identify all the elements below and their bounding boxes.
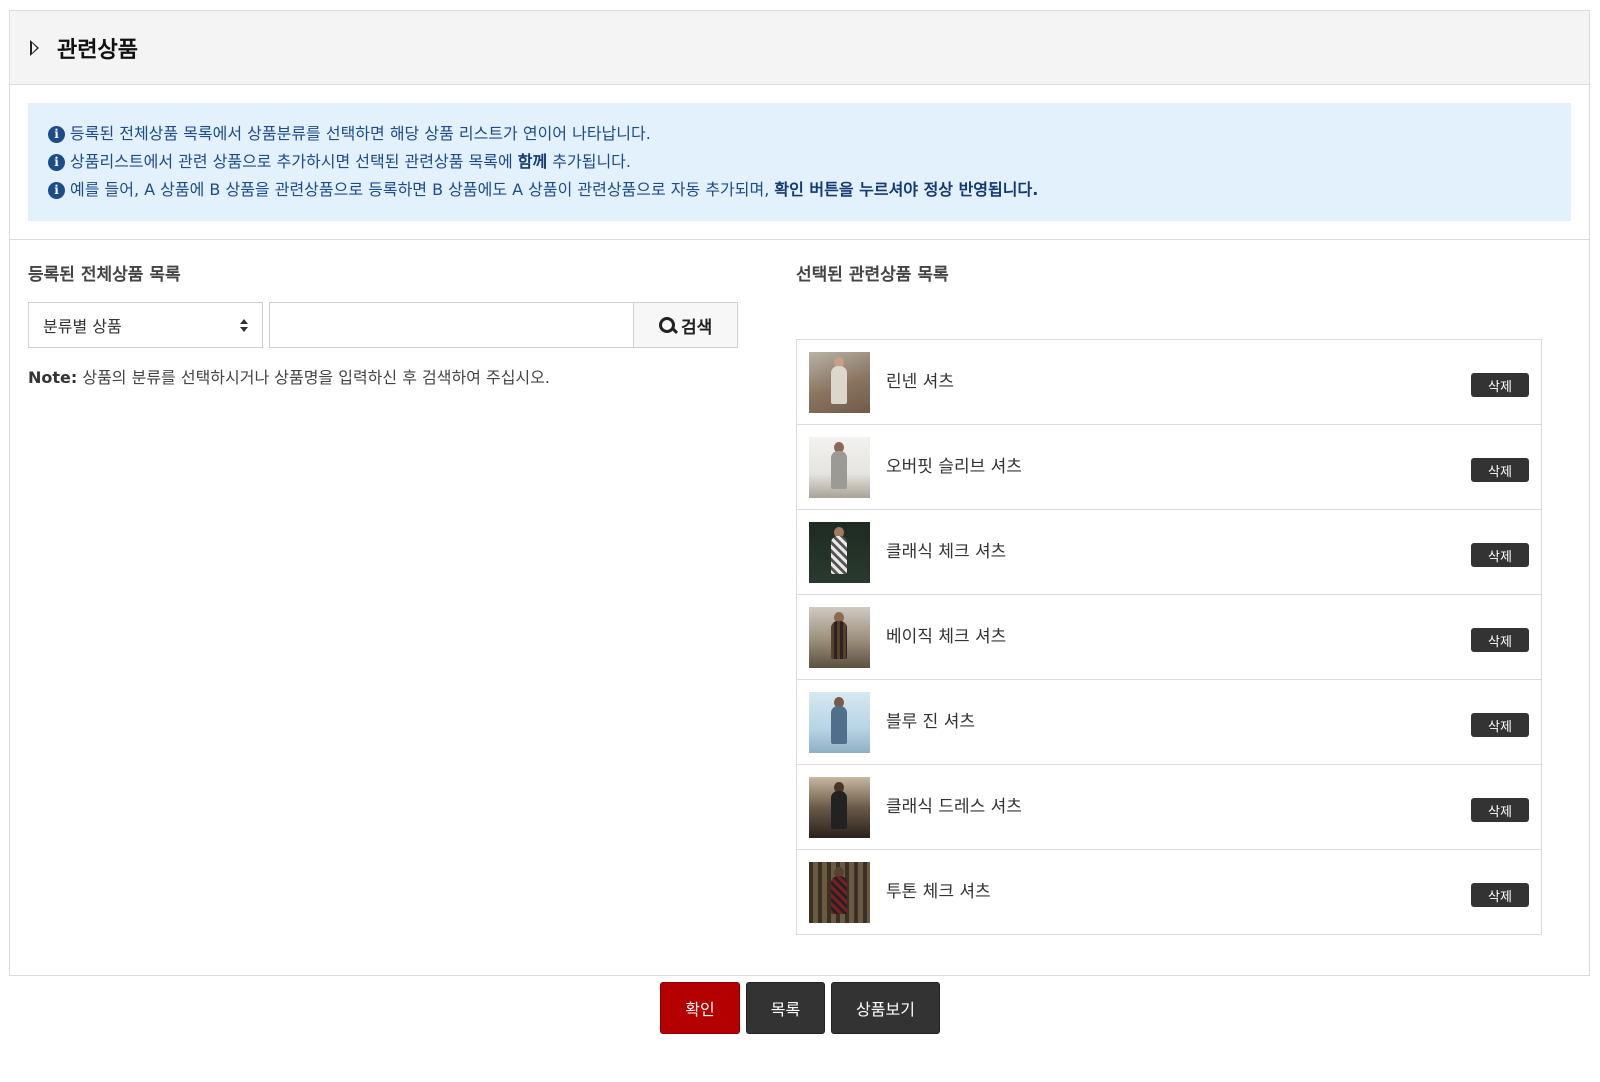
delete-button[interactable]: 삭제	[1471, 713, 1529, 737]
panel-header[interactable]: 관련상품	[10, 11, 1589, 85]
collapse-triangle-icon[interactable]	[30, 39, 39, 56]
notice-text: 상품리스트에서 관련 상품으로 추가하시면 선택된 관련상품 목록에 함께 추가…	[70, 152, 631, 171]
delete-button[interactable]: 삭제	[1471, 798, 1529, 822]
selected-products-list: 린넨 셔츠 삭제 오버핏 슬리브 셔츠 삭제 클래식 체크 셔츠 삭제 베이직 …	[796, 339, 1542, 935]
delete-button[interactable]: 삭제	[1471, 883, 1529, 907]
product-name: 베이직 체크 셔츠	[886, 626, 1007, 647]
delete-button[interactable]: 삭제	[1471, 543, 1529, 567]
search-note: Note: 상품의 분류를 선택하시거나 상품명을 입력하신 후 검색하여 주십…	[28, 368, 550, 387]
list-item: 베이직 체크 셔츠 삭제	[797, 595, 1541, 680]
product-thumbnail	[809, 776, 870, 838]
product-thumbnail	[809, 351, 870, 413]
list-item: 클래식 체크 셔츠 삭제	[797, 510, 1541, 595]
panel-title: 관련상품	[57, 37, 138, 63]
notice-line: i 예를 들어, A 상품에 B 상품을 관련상품으로 등록하면 B 상품에도 …	[48, 180, 1551, 200]
delete-button[interactable]: 삭제	[1471, 373, 1529, 397]
product-name: 투톤 체크 셔츠	[886, 881, 991, 902]
list-item: 오버핏 슬리브 셔츠 삭제	[797, 425, 1541, 510]
confirm-button[interactable]: 확인	[660, 982, 740, 1034]
view-product-button[interactable]: 상품보기	[831, 982, 940, 1034]
search-button-label: 검색	[681, 317, 713, 338]
product-search-input[interactable]	[269, 302, 635, 348]
list-item: 클래식 드레스 셔츠 삭제	[797, 765, 1541, 850]
delete-button[interactable]: 삭제	[1471, 458, 1529, 482]
select-arrows-icon	[240, 318, 249, 332]
delete-button[interactable]: 삭제	[1471, 628, 1529, 652]
selected-products-label: 선택된 관련상품 목록	[796, 265, 949, 285]
notice-text: 등록된 전체상품 목록에서 상품분류를 선택하면 해당 상품 리스트가 연이어 …	[70, 124, 651, 143]
info-notice: i 등록된 전체상품 목록에서 상품분류를 선택하면 해당 상품 리스트가 연이…	[28, 103, 1571, 221]
product-name: 블루 진 셔츠	[886, 711, 976, 732]
info-icon: i	[48, 181, 65, 199]
all-products-section: 등록된 전체상품 목록 분류별 상품 검색 Note: 상품의 분류를 선택하시…	[28, 260, 739, 388]
product-name: 클래식 드레스 셔츠	[886, 796, 1022, 817]
notice-line: i 등록된 전체상품 목록에서 상품분류를 선택하면 해당 상품 리스트가 연이…	[48, 124, 1551, 144]
list-item: 린넨 셔츠 삭제	[797, 340, 1541, 425]
notice-section: i 등록된 전체상품 목록에서 상품분류를 선택하면 해당 상품 리스트가 연이…	[10, 85, 1589, 240]
list-item: 블루 진 셔츠 삭제	[797, 680, 1541, 765]
search-row: 분류별 상품 검색	[28, 302, 739, 348]
search-button[interactable]: 검색	[634, 302, 739, 348]
product-name: 클래식 체크 셔츠	[886, 541, 1007, 562]
list-button[interactable]: 목록	[746, 982, 825, 1034]
list-item: 투톤 체크 셔츠 삭제	[797, 850, 1541, 934]
product-thumbnail	[809, 521, 870, 583]
category-select[interactable]: 분류별 상품	[28, 302, 264, 348]
product-thumbnail	[809, 436, 870, 498]
notice-text: 예를 들어, A 상품에 B 상품을 관련상품으로 등록하면 B 상품에도 A …	[70, 180, 1039, 199]
product-thumbnail	[809, 861, 870, 923]
info-icon: i	[48, 153, 65, 171]
notice-line: i 상품리스트에서 관련 상품으로 추가하시면 선택된 관련상품 목록에 함께 …	[48, 152, 1551, 172]
action-buttons: 확인 목록 상품보기	[0, 982, 1600, 1034]
selected-products-section: 선택된 관련상품 목록 린넨 셔츠 삭제 오버핏 슬리브 셔츠 삭제 클래식 체…	[796, 260, 1542, 935]
related-products-panel: 관련상품 i 등록된 전체상품 목록에서 상품분류를 선택하면 해당 상품 리스…	[9, 10, 1590, 976]
product-thumbnail	[809, 691, 870, 753]
product-name: 린넨 셔츠	[886, 371, 954, 392]
search-icon	[659, 317, 676, 333]
info-icon: i	[48, 125, 65, 143]
all-products-label: 등록된 전체상품 목록	[28, 265, 181, 285]
product-thumbnail	[809, 606, 870, 668]
category-select-value: 분류별 상품	[43, 317, 122, 336]
product-name: 오버핏 슬리브 셔츠	[886, 456, 1022, 477]
